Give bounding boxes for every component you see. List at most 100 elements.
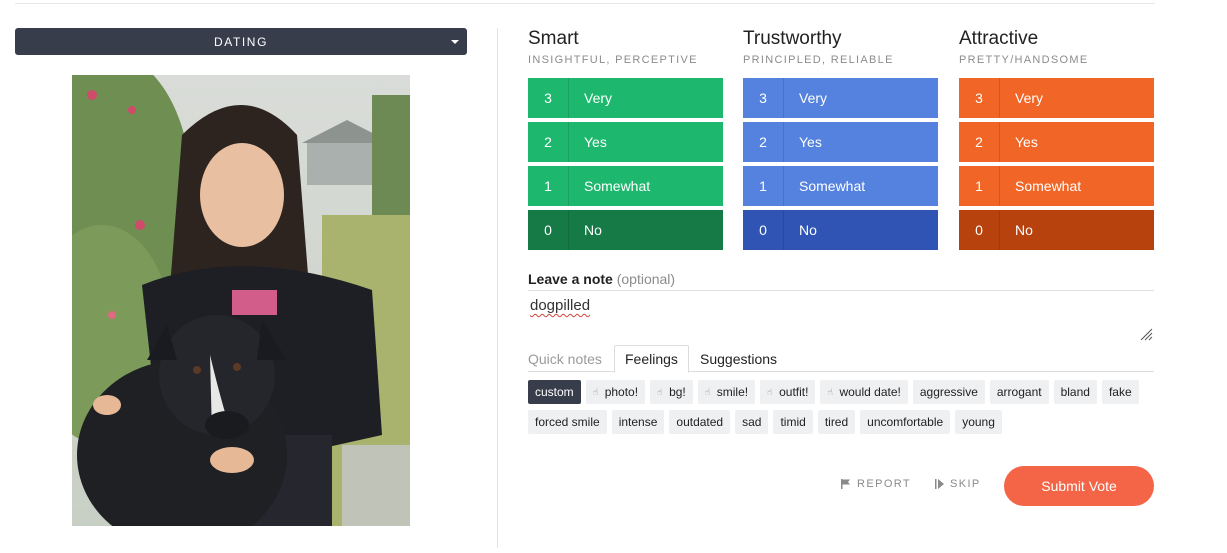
rating-option[interactable]: 2 Yes [528,122,723,162]
rating-option[interactable]: 3 Very [528,78,723,118]
feeling-chip[interactable]: forced smile [528,410,607,434]
chip-label: outdated [676,415,724,429]
rating-option-label: Very [799,90,828,106]
rating-option-label: No [799,222,817,238]
note-divider [528,290,1154,291]
chip-label: intense [618,415,658,429]
submit-vote-button[interactable]: Submit Vote [1004,466,1154,506]
chip-label: bg! [669,385,686,399]
rating-option[interactable]: 1 Somewhat [743,166,938,206]
rating-option-label: Yes [584,134,607,150]
feeling-chip[interactable]: uncomfortable [860,410,951,434]
rating-option[interactable]: 0 No [528,210,723,250]
category-dropdown[interactable]: DATING [15,28,467,55]
rating-subtitle: PRETTY/HANDSOME [959,54,1089,66]
tab-suggestions[interactable]: Suggestions [700,345,777,372]
feeling-chip[interactable]: ☝ photo! [585,380,646,404]
feeling-chips: custom ☝ photo! ☝ bg! ☝ smile! ☝ outfit! ☝ would d… [528,380,1158,440]
rating-option[interactable]: 1 Somewhat [959,166,1154,206]
rating-trustworthy: Trustworthy PRINCIPLED, RELIABLE 3 Very 2 Y… [743,28,938,254]
rating-subtitle: INSIGHTFUL, PERCEPTIVE [528,54,698,66]
rating-title: Smart [528,28,579,49]
rating-option-value: 2 [528,122,569,162]
chip-row: custom ☝ photo! ☝ bg! ☝ smile! ☝ outfit! ☝ would d… [528,380,1158,404]
feeling-chip[interactable]: ☝ would date! [820,380,908,404]
rating-option-value: 3 [528,78,569,118]
rating-attractive: Attractive PRETTY/HANDSOME 3 Very 2 Yes 1 Som… [959,28,1154,254]
rating-title: Trustworthy [743,28,842,49]
rating-option[interactable]: 3 Very [959,78,1154,118]
thumbs-up-icon: ☝ [657,386,663,397]
rating-option[interactable]: 2 Yes [743,122,938,162]
chip-label: would date! [839,385,901,399]
rating-option-value: 2 [959,122,1000,162]
rating-option-label: Somewhat [799,178,866,194]
skip-button[interactable]: SKIP [935,478,981,490]
rating-option-value: 1 [528,166,569,206]
resize-grip-icon[interactable] [1139,327,1153,341]
note-label-text: Leave a note [528,271,613,287]
rating-option[interactable]: 0 No [743,210,938,250]
rating-option-label: No [1015,222,1033,238]
feeling-chip[interactable]: young [955,410,1002,434]
report-label: REPORT [857,478,912,490]
note-optional-text: (optional) [616,271,676,287]
chevron-down-icon [451,40,459,44]
thumbs-up-icon: ☝ [592,386,599,397]
chip-label: fake [1108,385,1132,399]
rating-option-value: 0 [959,210,1000,250]
tab-quick-notes[interactable]: Quick notes [528,345,602,372]
feeling-chip[interactable]: sad [735,410,769,434]
chip-label: young [962,415,995,429]
thumbs-up-icon: ☝ [704,386,711,397]
feeling-chip[interactable]: ☝ bg! [650,380,693,404]
feeling-chip[interactable]: tired [817,410,856,434]
category-label: DATING [213,34,269,49]
note-tabs: Quick notes Feelings Suggestions [528,345,1154,373]
feeling-chip[interactable]: timid [773,410,813,434]
rating-option-label: Yes [799,134,822,150]
rating-option-label: Yes [1015,134,1038,150]
flag-icon [841,479,850,489]
chip-label: smile! [716,385,749,399]
top-divider [15,3,1155,4]
tab-feelings[interactable]: Feelings [614,345,689,373]
chip-label: aggressive [919,385,978,399]
feeling-chip[interactable]: arrogant [989,380,1049,404]
rating-option-value: 0 [528,210,569,250]
rating-option-label: Very [1015,90,1044,106]
chip-row: forced smile intense outdated sad timid tired… [528,410,1158,434]
rating-option[interactable]: 1 Somewhat [528,166,723,206]
skip-icon [935,479,944,489]
chip-label: forced smile [535,415,600,429]
rating-option-label: Somewhat [1015,178,1082,194]
rating-option-value: 1 [743,166,784,206]
chip-label: bland [1060,385,1090,399]
rating-option[interactable]: 3 Very [743,78,938,118]
panel-divider [497,28,498,548]
chip-label: outfit! [779,385,809,399]
rating-options: 3 Very 2 Yes 1 Somewhat 0 No [959,78,1154,250]
rating-option-value: 1 [959,166,1000,206]
rating-title: Attractive [959,28,1039,49]
feeling-chip[interactable]: fake [1101,380,1139,404]
chip-label: uncomfortable [867,415,944,429]
report-button[interactable]: REPORT [841,478,911,490]
rating-option[interactable]: 2 Yes [959,122,1154,162]
rating-subtitle: PRINCIPLED, RELIABLE [743,54,894,66]
feeling-chip[interactable]: bland [1053,380,1097,404]
feeling-chip[interactable]: intense [611,410,665,434]
chip-label: photo! [604,385,639,399]
chip-label: tired [824,415,849,429]
feeling-chip[interactable]: ☝ outfit! [760,380,816,404]
feeling-chip[interactable]: aggressive [912,380,985,404]
rating-option-value: 3 [743,78,784,118]
rating-option-label: No [584,222,602,238]
rating-option[interactable]: 0 No [959,210,1154,250]
rating-option-value: 2 [743,122,784,162]
chip-label: timid [780,415,806,429]
note-textarea[interactable]: dogpilled [530,297,590,314]
feeling-chip[interactable]: ☝ smile! [697,380,756,404]
feeling-chip[interactable]: custom [528,380,581,404]
feeling-chip[interactable]: outdated [669,410,731,434]
